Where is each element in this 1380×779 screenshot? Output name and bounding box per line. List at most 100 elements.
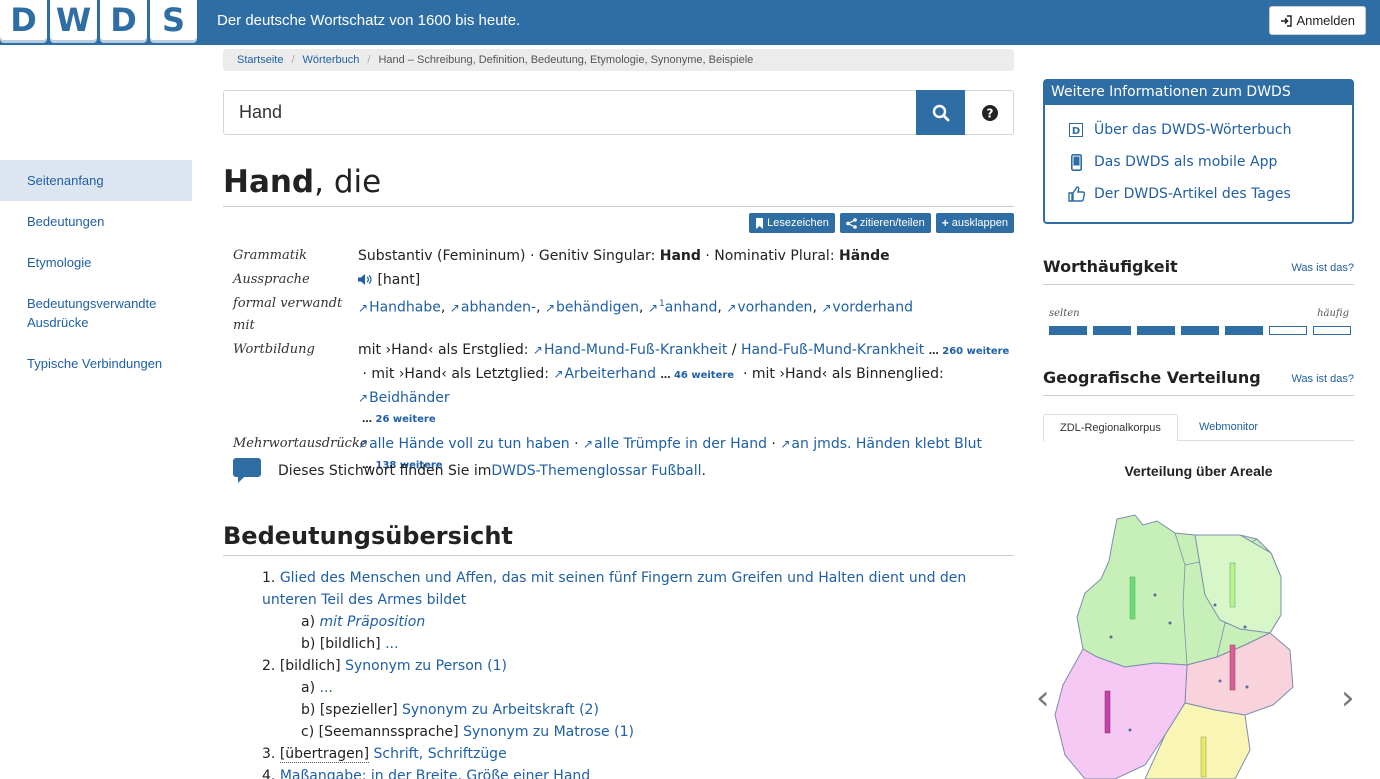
plus-icon: + [941,216,949,230]
overview-heading: Bedeutungsübersicht [223,522,513,550]
divider [223,206,1014,207]
grammar-row: Grammatik Substantiv (Femininum) · Genit… [233,245,1018,267]
page-title: Hand, die [223,164,381,200]
cite-share-button[interactable]: zitieren/teilen [839,213,931,233]
compound-link[interactable]: Arbeiterhand [564,366,656,382]
dwds-logo[interactable]: D W D S [0,0,200,45]
tab-webmonitor[interactable]: Webmonitor [1183,414,1274,442]
logo-letter: W [50,0,97,40]
related-link[interactable]: behändigen [556,300,639,316]
dwds-d-icon: D [1069,123,1083,137]
frequency-heading: Worthäufigkeit [1043,257,1178,276]
divider [1043,395,1354,396]
speaker-icon[interactable] [358,274,373,285]
nav-item-verbindungen[interactable]: Typische Verbindungen [0,343,192,384]
grammar-label: Grammatik [233,248,308,263]
meaning-link[interactable]: Synonym zu Matrose (1) [463,724,634,740]
pronunciation-label: Aussprache [233,272,310,287]
ipa-transcription: [hant] [377,272,421,288]
login-label: Anmelden [1296,13,1355,28]
frequency-help-link[interactable]: Was ist das? [1291,262,1354,274]
geo-help-link[interactable]: Was ist das? [1291,373,1354,385]
meaning-subitem: b) [bildlich] ... [301,636,399,652]
meaning-link[interactable]: Schrift, Schriftzüge [374,746,507,762]
related-link[interactable]: vorhanden [737,300,812,316]
expand-button[interactable]: + ausklappen [935,213,1014,233]
more-link[interactable]: 26 weitere [375,414,435,425]
compound-link[interactable]: Hand-Mund-Fuß-Krankheit [544,342,727,358]
related-link[interactable]: vorderhand [832,300,913,316]
lemma: Hand [223,164,315,200]
meaning-item: 1. Glied des Menschen und Affen, das mit… [262,570,967,608]
nav-item-bedeutungen[interactable]: Bedeutungen [0,201,192,242]
more-link[interactable]: 46 weitere [674,370,734,381]
word-formation-value: mit ›Hand‹ als Erstglied: ↗Hand-Mund-Fuß… [358,342,1010,425]
frequency-meter [1049,326,1351,335]
multiword-link[interactable]: alle Trümpfe in der Hand [594,436,767,452]
breadcrumb-dictionary[interactable]: Wörterbuch [303,54,360,66]
top-bar: D W D S Der deutsche Wortschatz von 1600… [0,0,1380,45]
logo-letter: D [0,0,47,40]
info-link-app[interactable]: Das DWDS als mobile App [1045,146,1352,178]
related-link[interactable]: abhanden- [461,300,536,316]
divider [223,555,1014,556]
pronunciation-value: [hant] [358,269,1018,291]
frequency-scale-labels: selten häufig [1049,308,1349,319]
info-link-label: Das DWDS als mobile App [1094,154,1278,170]
search-input[interactable] [224,91,916,134]
logo-letter: S [150,0,197,40]
info-link-dictionary[interactable]: D Über das DWDS-Wörterbuch [1045,114,1352,146]
frequency-bar [1313,326,1351,335]
breadcrumb-home[interactable]: Startseite [237,54,283,66]
multiword-link[interactable]: alle Hände voll zu tun haben [369,436,570,452]
info-link-article-of-day[interactable]: Der DWDS-Artikel des Tages [1045,178,1352,210]
info-box-title: Weitere Informationen zum DWDS [1045,81,1352,105]
meaning-subitem: a) mit Präposition [301,614,426,630]
related-link[interactable]: Handhabe [369,300,441,316]
article: , die [314,164,382,200]
nav-item-bedeutungsverwandte[interactable]: Bedeutungsverwandte Ausdrücke [0,283,192,343]
compound-link[interactable]: Beidhänder [369,390,450,406]
related-value: ↗Handhabe, ↗abhanden-, ↗behändigen, ↗1an… [358,299,913,316]
breadcrumb-separator: / [291,54,295,66]
info-link-label: Über das DWDS-Wörterbuch [1094,122,1292,138]
breadcrumb-current: Hand – Schreibung, Definition, Bedeutung… [378,54,754,66]
multiword-link[interactable]: an jmds. Händen klebt Blut [791,436,982,452]
expand-label: ausklappen [951,217,1008,229]
entry-info-table: Grammatik Substantiv (Femininum) · Genit… [233,245,1018,479]
compound-link[interactable]: Hand-Fuß-Mund-Krankheit [741,342,924,358]
mobile-phone-icon [1070,153,1082,171]
meaning-item: 2. [bildlich] Synonym zu Person (1) [262,658,507,674]
meaning-list: 1. Glied des Menschen und Affen, das mit… [262,567,1014,779]
sign-in-icon [1281,14,1293,27]
nav-item-seitenanfang[interactable]: Seitenanfang [0,160,192,201]
glossar-link[interactable]: DWDS-Themenglossar Fußball [491,463,701,479]
map-title: Verteilung über Areale [1124,463,1273,479]
more-link[interactable]: 260 weitere [942,346,1009,357]
svg-text:?: ? [986,106,993,120]
meaning-link[interactable]: Synonym zu Person (1) [345,658,507,674]
search-button[interactable] [916,90,965,135]
meaning-link[interactable]: ... [385,636,398,652]
meaning-link[interactable]: Glied des Menschen und Affen, das mit se… [262,570,966,608]
help-button[interactable]: ? [965,91,1014,134]
meaning-link[interactable]: ... [320,680,333,696]
bookmark-button[interactable]: Lesezeichen [749,213,835,233]
thumbs-up-icon [1067,186,1085,202]
entry-actions: Lesezeichen zitieren/teilen + ausklappen [749,213,1014,233]
pronunciation-row: Aussprache [hant] [233,269,1018,291]
geo-tabs: ZDL-Regionalkorpus Webmonitor [1043,414,1354,442]
meaning-link[interactable]: Maßangabe: in der Breite, Größe einer Ha… [280,768,590,779]
tab-regionalkorpus[interactable]: ZDL-Regionalkorpus [1043,414,1178,442]
nav-item-etymologie[interactable]: Etymologie [0,242,192,283]
word-formation-label: Wortbildung [233,342,315,357]
login-button[interactable]: Anmelden [1269,6,1366,35]
meaning-link[interactable]: mit Präposition [320,614,426,630]
chevron-left-icon[interactable]: ‹ [1036,678,1050,718]
themenglossar-note: Dieses Stichwort finden Sie im DWDS-Them… [233,458,706,484]
dwds-info-box: Weitere Informationen zum DWDS D Über da… [1043,79,1354,224]
meaning-link[interactable]: Synonym zu Arbeitskraft (2) [402,702,599,718]
chevron-right-icon[interactable]: › [1341,678,1355,718]
germany-distribution-map [1054,514,1294,779]
related-link[interactable]: anhand [665,300,718,316]
